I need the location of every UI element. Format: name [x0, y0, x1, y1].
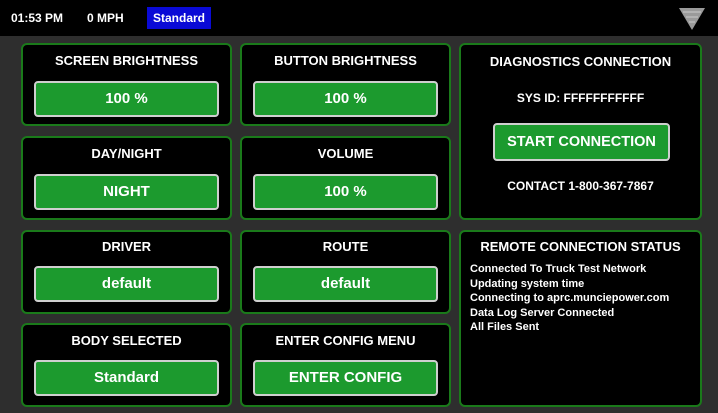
day-night-panel: DAY/NIGHT NIGHT — [21, 136, 232, 220]
remote-status-title: REMOTE CONNECTION STATUS — [480, 239, 681, 254]
contact-phone: CONTACT 1-800-367-7867 — [507, 179, 654, 193]
panel-title: BUTTON BRIGHTNESS — [274, 53, 417, 68]
panel-title: DRIVER — [101, 239, 152, 254]
mode-badge: Standard — [147, 7, 212, 29]
panel-title: BODY SELECTED — [71, 333, 182, 348]
body-selected-button[interactable]: Standard — [34, 360, 219, 396]
config-menu-panel: ENTER CONFIG MENU ENTER CONFIG — [240, 323, 451, 407]
enter-config-button[interactable]: ENTER CONFIG — [253, 360, 438, 396]
status-line: Updating system time — [470, 277, 585, 290]
screen-brightness-panel: SCREEN BRIGHTNESS 100 % — [21, 43, 232, 126]
day-night-button[interactable]: NIGHT — [34, 174, 219, 210]
clock-time: 01:53 PM — [11, 11, 64, 25]
triangle-down-menu-icon[interactable] — [678, 6, 706, 32]
body-selected-panel: BODY SELECTED Standard — [21, 323, 232, 407]
status-line: Connecting to aprc.munciepower.com — [470, 292, 670, 304]
sys-id: SYS ID: FFFFFFFFFFF — [516, 91, 645, 105]
panel-title: SCREEN BRIGHTNESS — [54, 53, 199, 68]
panel-title: DAY/NIGHT — [91, 146, 162, 161]
status-line: Data Log Server Connected — [470, 306, 615, 319]
volume-panel: VOLUME 100 % — [240, 136, 451, 220]
remote-status-panel: REMOTE CONNECTION STATUS Connected To Tr… — [459, 230, 702, 407]
panel-title: VOLUME — [317, 146, 374, 161]
status-bar: 01:53 PM 0 MPH Standard — [0, 0, 718, 36]
panel-title: ROUTE — [322, 239, 369, 254]
route-button[interactable]: default — [253, 266, 438, 302]
diagnostics-panel: DIAGNOSTICS CONNECTION SYS ID: FFFFFFFFF… — [459, 43, 702, 220]
button-brightness-button[interactable]: 100 % — [253, 81, 438, 117]
panel-title: ENTER CONFIG MENU — [275, 333, 416, 348]
diagnostics-title: DIAGNOSTICS CONNECTION — [489, 54, 672, 69]
start-connection-button[interactable]: START CONNECTION — [493, 123, 670, 161]
status-line: Connected To Truck Test Network — [470, 263, 647, 275]
driver-panel: DRIVER default — [21, 230, 232, 314]
button-brightness-panel: BUTTON BRIGHTNESS 100 % — [240, 43, 451, 126]
screen-brightness-button[interactable]: 100 % — [34, 81, 219, 117]
route-panel: ROUTE default — [240, 230, 451, 314]
status-line: All Files Sent — [470, 321, 540, 333]
speed-readout: 0 MPH — [87, 11, 124, 25]
driver-button[interactable]: default — [34, 266, 219, 302]
volume-button[interactable]: 100 % — [253, 174, 438, 210]
status-log: Connected To Truck Test Network Updating… — [470, 262, 696, 335]
